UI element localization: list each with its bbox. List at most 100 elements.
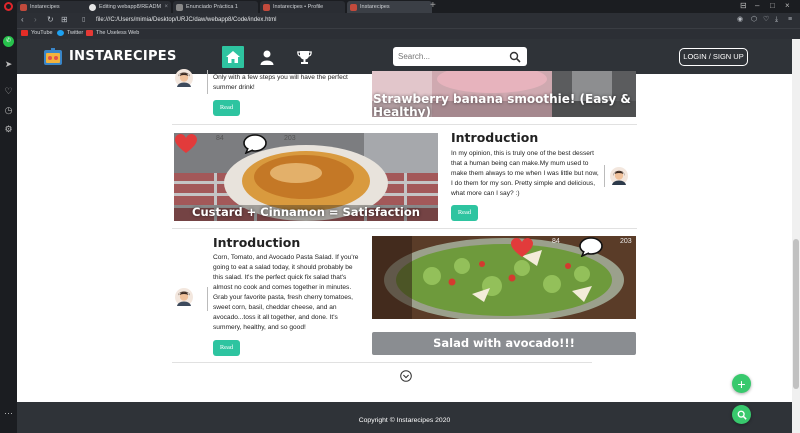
file-icon: ▯ xyxy=(82,17,86,23)
forward-icon[interactable]: › xyxy=(34,15,37,25)
comment-bubble-icon[interactable] xyxy=(243,134,267,154)
address-bar-row: ‹ › ↻ ⊞ ▯ file:///C:/Users/mimia/Desktop… xyxy=(17,13,800,28)
browser-tab-strip: Instarecipes Editing webapp8/READMI × En… xyxy=(0,0,800,13)
extensions-icon[interactable]: ⬡ xyxy=(751,15,757,25)
post-blurb: Corn, Tomato, and Avocado Pasta Salad. I… xyxy=(213,254,359,331)
divider xyxy=(604,165,605,187)
tab-favicon-icon xyxy=(176,3,183,11)
tabs-overview-icon[interactable]: ⊞ xyxy=(61,15,68,25)
read-button[interactable]: Read xyxy=(213,100,240,116)
settings-icon[interactable]: ≡ xyxy=(788,15,792,25)
search-input[interactable] xyxy=(393,47,527,66)
likes-count: 84 xyxy=(216,135,224,142)
user-icon xyxy=(260,50,274,65)
post-heading: Introduction xyxy=(213,235,301,250)
trophy-icon xyxy=(296,50,312,64)
tab-favicon-icon xyxy=(350,3,357,11)
avatar[interactable] xyxy=(175,288,193,306)
scrollbar-thumb[interactable] xyxy=(793,239,799,389)
tab-favicon-icon xyxy=(20,3,27,11)
new-tab-button[interactable]: + xyxy=(430,1,436,11)
read-button[interactable]: Read xyxy=(213,340,240,356)
whatsapp-icon[interactable]: ✆ xyxy=(3,36,14,47)
more-icon[interactable]: ⋯ xyxy=(3,408,14,419)
bookmark-label: YouTube xyxy=(31,30,53,36)
recipe-image[interactable]: 84 203 Custard + Cinnamon = Satisfaction xyxy=(174,133,438,221)
gear-icon[interactable]: ⚙ xyxy=(3,124,14,135)
url-field[interactable]: file:///C:/Users/mimia/Desktop/URJC/daw/… xyxy=(96,15,656,26)
bookmark-useless-web[interactable]: The Useless Web xyxy=(86,30,139,36)
comment-bubble-icon[interactable] xyxy=(579,237,603,257)
snap-icon[interactable]: ⊟ xyxy=(740,1,747,11)
comments-count: 203 xyxy=(620,238,632,245)
reload-icon[interactable]: ↻ xyxy=(47,15,54,25)
recipe-image-title[interactable]: Salad with avocado!!! xyxy=(372,332,636,355)
close-window-icon[interactable]: × xyxy=(785,1,790,11)
history-icon[interactable]: ◷ xyxy=(3,105,14,116)
recipe-image[interactable]: 84 203 xyxy=(372,236,636,319)
heart-icon[interactable]: ♡ xyxy=(3,86,14,97)
nav-ranking-button[interactable] xyxy=(293,46,315,68)
site-footer: Copyright © Instarecipes 2020 xyxy=(17,402,792,433)
bookmarks-bar: YouTube Twitter The Useless Web xyxy=(17,28,800,39)
back-icon[interactable]: ‹ xyxy=(21,15,24,25)
camera-icon[interactable]: ◉ xyxy=(737,15,743,25)
avatar[interactable] xyxy=(175,69,193,87)
read-button[interactable]: Read xyxy=(451,205,478,221)
brand-name[interactable]: INSTARECIPES xyxy=(69,49,177,64)
recipe-image[interactable]: Strawberry banana smoothie! (Easy & Heal… xyxy=(372,71,636,117)
tab-title: Instarecipes xyxy=(360,4,390,10)
bookmark-label: Twitter xyxy=(67,30,84,36)
opera-menu-icon[interactable] xyxy=(4,2,13,11)
comments-count: 203 xyxy=(284,135,296,142)
add-recipe-button[interactable]: + xyxy=(732,374,751,393)
bookmark-heart-icon[interactable]: ♡ xyxy=(763,15,769,25)
like-heart-icon[interactable] xyxy=(175,134,197,154)
send-icon[interactable]: ➤ xyxy=(3,59,14,70)
browser-sidebar: ✆ ➤ ♡ ◷ ⚙ ⋯ xyxy=(0,13,17,433)
nav-profile-button[interactable] xyxy=(256,46,278,68)
floating-search-button[interactable] xyxy=(732,405,751,424)
download-icon[interactable]: ⤓ xyxy=(775,15,778,25)
post-blurb: Only with a few steps you will have the … xyxy=(213,74,348,91)
youtube-icon xyxy=(21,30,28,36)
tab-favicon-icon xyxy=(263,3,270,11)
logo-icon[interactable] xyxy=(43,47,63,67)
separator xyxy=(172,124,637,125)
site-header: INSTARECIPES LOGIN / xyxy=(17,39,792,74)
github-favicon-icon xyxy=(89,3,96,11)
separator xyxy=(172,228,637,229)
login-signup-button[interactable]: LOGIN / SIGN UP xyxy=(679,48,748,66)
post-blurb: In my opinion, this is truly one of the … xyxy=(451,150,599,197)
useless-web-icon xyxy=(86,30,93,36)
tab-close-icon[interactable]: × xyxy=(164,4,168,10)
tab-title: Enunciado Práctica 1 xyxy=(186,4,238,10)
copyright-text: Copyright © Instarecipes 2020 xyxy=(358,417,451,424)
minimize-icon[interactable]: – xyxy=(755,1,759,11)
nav-home-button[interactable] xyxy=(222,46,244,68)
browser-tab[interactable]: Enunciado Práctica 1 xyxy=(173,1,258,13)
like-heart-icon[interactable] xyxy=(511,238,533,258)
search-icon[interactable] xyxy=(509,51,521,63)
recipe-image-title: Strawberry banana smoothie! (Easy & Heal… xyxy=(373,92,631,118)
bookmark-youtube[interactable]: YouTube xyxy=(21,30,53,36)
maximize-icon[interactable]: □ xyxy=(770,1,775,11)
separator xyxy=(172,362,592,363)
page-viewport: INSTARECIPES LOGIN / xyxy=(17,39,792,433)
tab-title: Editing webapp8/READMI xyxy=(99,4,162,10)
divider xyxy=(207,287,208,311)
chevron-down-icon[interactable] xyxy=(400,370,412,382)
recipe-image-title: Custard + Cinnamon = Satisfaction xyxy=(192,205,420,219)
twitter-icon xyxy=(57,30,64,36)
search-icon xyxy=(737,410,747,420)
tab-title: Instarecipes • Profile xyxy=(273,4,324,10)
likes-count: 84 xyxy=(552,238,560,245)
page-scrollbar[interactable] xyxy=(792,39,800,433)
browser-tab[interactable]: Editing webapp8/READMI × xyxy=(86,1,171,13)
plus-icon: + xyxy=(737,375,746,392)
avatar[interactable] xyxy=(610,167,628,185)
browser-tab[interactable]: Instarecipes • Profile xyxy=(260,1,345,13)
bookmark-twitter[interactable]: Twitter xyxy=(57,30,83,36)
browser-tab-active[interactable]: Instarecipes xyxy=(347,1,432,13)
home-icon xyxy=(226,51,240,63)
